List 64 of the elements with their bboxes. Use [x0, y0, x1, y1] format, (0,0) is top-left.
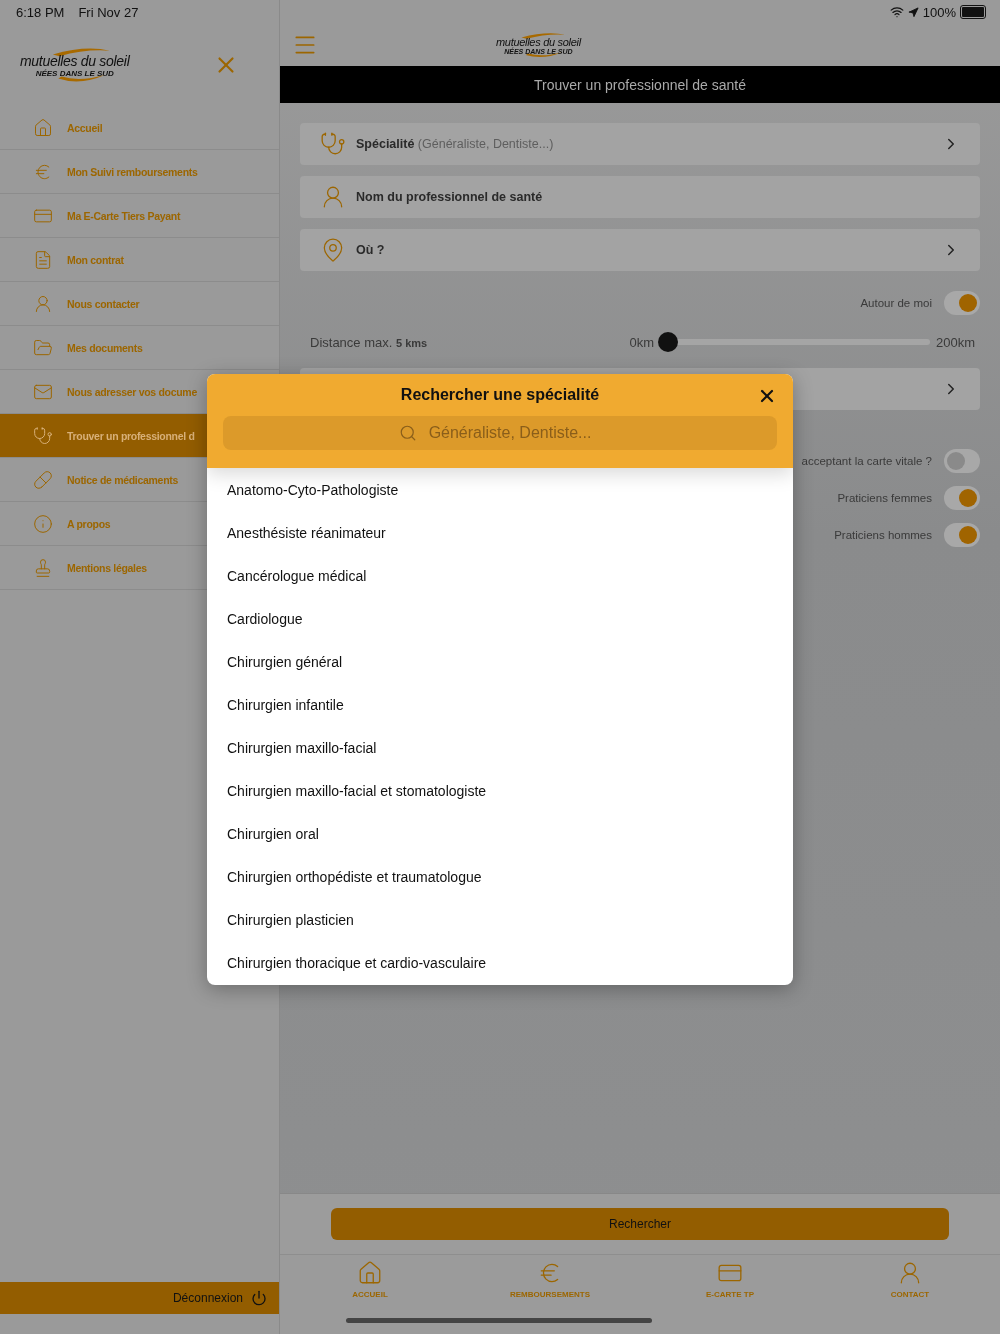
toggle-switch[interactable]	[944, 486, 980, 510]
battery-percent: 100%	[922, 4, 956, 20]
slider-max: 200km	[935, 334, 975, 350]
logo-name: mutuelles du soleil	[20, 52, 130, 69]
home-icon	[357, 1260, 383, 1286]
toggle-switch[interactable]	[944, 449, 980, 473]
row-label: Spécialité (Généraliste, Dentiste...)	[356, 137, 554, 151]
menu-item[interactable]: Mon Suivi remboursements	[0, 150, 279, 194]
search-row[interactable]: Où ?	[300, 229, 980, 271]
pill-icon	[33, 469, 53, 490]
row-label: Nom du professionnel de santé	[356, 190, 543, 204]
logo-name: mutuelles du soleil	[496, 35, 581, 48]
specialty-item[interactable]: Chirurgien infantile	[207, 683, 793, 726]
specialty-item[interactable]: Chirurgien thoracique et cardio-vasculaire	[207, 941, 793, 984]
status-time: 6:18 PM	[16, 4, 65, 20]
location-icon	[907, 6, 919, 18]
menu-item[interactable]: Mes documents	[0, 326, 279, 370]
page-title: Trouver un professionnel de santé	[534, 76, 746, 93]
search-field[interactable]: Généraliste, Dentiste...	[223, 416, 777, 450]
search-button[interactable]: Rechercher	[331, 1208, 949, 1240]
logo-tagline: NÉES DANS LE SUD	[35, 68, 114, 78]
power-icon	[251, 1290, 267, 1306]
stethoscope-icon	[33, 425, 53, 446]
toggle-switch[interactable]	[944, 291, 980, 315]
slider-thumb[interactable]	[657, 332, 678, 352]
toggle-label: Praticiens femmes	[837, 492, 932, 504]
specialty-item[interactable]: Chirurgien maxillo-facial	[207, 726, 793, 769]
battery-icon	[960, 5, 986, 19]
tab-button[interactable]: REMBOURSEMENTS	[485, 1259, 615, 1300]
status-date: Fri Nov 27	[78, 4, 139, 20]
menu-item[interactable]: Ma E-Carte Tiers Payant	[0, 194, 279, 238]
toggle-label: Praticiens hommes	[834, 529, 932, 541]
tab-button[interactable]: E-CARTE TP	[665, 1259, 795, 1300]
toggle-label: Autour de moi	[860, 297, 932, 309]
dialog-title: Rechercher une spécialité	[400, 386, 600, 404]
specialty-item[interactable]: Chirurgien général	[207, 640, 793, 683]
search-icon	[399, 424, 417, 442]
distance-label: Distance max. 5 kms	[310, 334, 428, 350]
stethoscope-icon	[320, 131, 346, 157]
wifi-icon	[889, 5, 904, 19]
specialty-item[interactable]: Chirurgien maxillo-facial et stomatologiste	[207, 769, 793, 812]
specialty-item[interactable]: Chirurgien plasticien	[207, 898, 793, 941]
tab-button[interactable]: ACCUEIL	[305, 1259, 435, 1300]
menu-item[interactable]: Nous contacter	[0, 282, 279, 326]
folder-icon	[33, 337, 53, 358]
specialty-item[interactable]: Chirurgien orthopédiste et traumatologue	[207, 855, 793, 898]
stamp-icon	[33, 557, 53, 578]
info-icon	[33, 513, 53, 534]
logout-button[interactable]: Déconnexion	[172, 1291, 243, 1305]
slider-min: 0km	[629, 334, 654, 350]
menu-item[interactable]: Mon contrat	[0, 238, 279, 282]
distance-slider[interactable]	[657, 332, 930, 352]
row-label: Où ?	[356, 243, 385, 257]
tab-button[interactable]: CONTACT	[845, 1259, 975, 1300]
search-row[interactable]: Spécialité (Généraliste, Dentiste...)	[300, 123, 980, 165]
home-icon	[33, 117, 53, 138]
toggle-switch[interactable]	[944, 523, 980, 547]
specialty-item[interactable]: Cardiologue	[207, 597, 793, 640]
toggle-label: acceptant la carte vitale ?	[801, 455, 932, 467]
menu-item[interactable]: Accueil	[0, 106, 279, 150]
specialty-item[interactable]: Chirurgien oral	[207, 812, 793, 855]
document-icon	[33, 249, 53, 270]
person-icon	[33, 293, 53, 314]
search-row[interactable]: Nom du professionnel de santé	[300, 176, 980, 218]
